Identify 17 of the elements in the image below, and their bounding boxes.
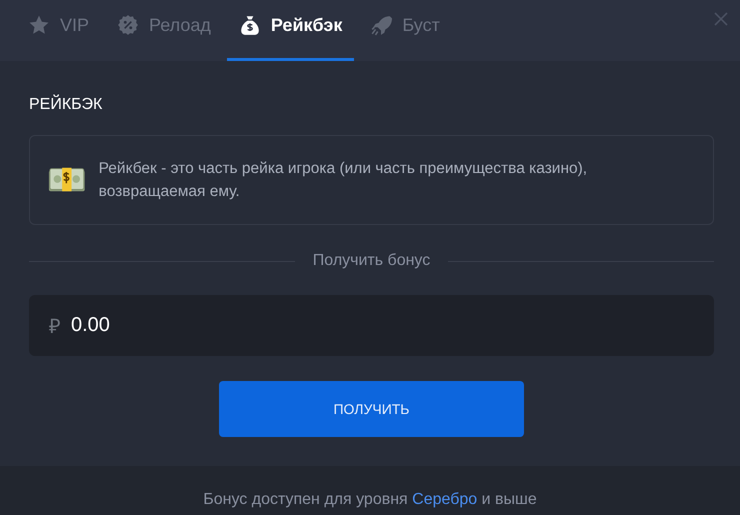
currency-sign: ₽ — [49, 315, 61, 339]
amount-value: 0.00 — [71, 314, 110, 337]
level-link[interactable]: Серебро — [412, 491, 478, 508]
divider-label: Получить бонус — [312, 252, 430, 270]
tab[interactable]: Буст — [358, 0, 452, 61]
tab[interactable]: Релоад — [105, 0, 223, 61]
close-icon[interactable] — [714, 12, 728, 26]
tab[interactable]: VIP — [16, 0, 102, 61]
percent-icon — [117, 14, 140, 36]
info-text: Рейкбек - это часть рейка игрока (или часть преимущества казино), возвращаемая ему. — [98, 159, 588, 202]
amount-field[interactable]: ₽ 0.00 — [29, 295, 714, 356]
footer-note: Бонус доступен для уровня Серебро и выше — [203, 491, 537, 509]
rocket-icon — [370, 14, 392, 36]
section-title: РЕЙКБЭК — [29, 96, 104, 115]
star-icon — [28, 14, 50, 36]
moneybag-icon — [238, 14, 261, 36]
claim-button[interactable]: ПОЛУЧИТЬ — [219, 381, 524, 437]
